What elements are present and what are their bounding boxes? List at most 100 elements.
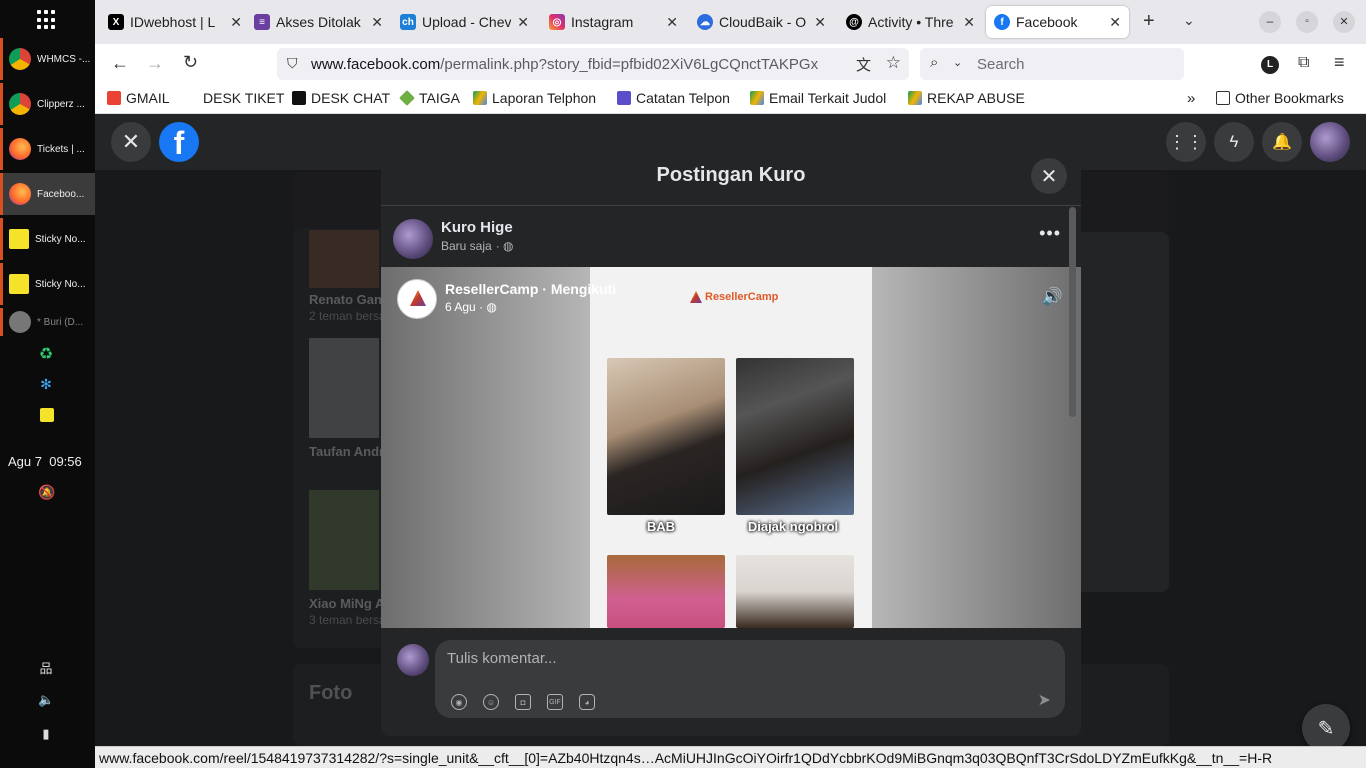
tab-threads[interactable]: @ Activity • Thre ✕ [838,6,983,38]
account-icon[interactable]: L [1261,56,1279,74]
dock-window-buri[interactable]: * Buri (D... [0,308,95,336]
bookmark-gmail[interactable]: GMAIL [107,90,170,106]
tab-idwebhost[interactable]: X IDwebhost | L ✕ [100,6,250,38]
bookmark-desk-tiket[interactable]: DESK TIKET [203,90,284,106]
post-time[interactable]: Baru saja [441,239,492,253]
other-bookmarks[interactable]: Other Bookmarks [1216,90,1344,106]
other-bookmarks-label: Other Bookmarks [1235,90,1344,106]
close-tab-icon[interactable]: ✕ [1109,14,1121,31]
url-path: /permalink.php?story_fbid=pfbid02XiV6LgC… [440,55,819,73]
url-host: www.facebook.com [311,55,441,73]
send-icon[interactable]: ➤ [1038,690,1051,710]
shared-reel[interactable]: ResellerCamp BAB Diajak ngobrol Reseller… [381,267,1081,628]
resellercamp-avatar-icon [410,290,426,306]
bookmark-catatan-telpon[interactable]: Catatan Telpon [617,90,730,106]
paw-icon[interactable]: ✻ [38,376,54,392]
battery-icon[interactable]: ▮ [38,726,54,742]
search-input[interactable]: ⌕ ⌄ Search [920,48,1184,80]
app-icon [9,311,31,333]
sticky-notes-icon[interactable] [40,408,54,422]
sticker-icon[interactable]: ◕ [579,694,595,710]
bookmark-laporan-telphon[interactable]: Laporan Telphon [473,90,596,106]
app-grid-icon[interactable] [37,10,57,30]
dock-window-sticky-1[interactable]: Sticky No... [0,218,95,260]
dock-window-sticky-2[interactable]: Sticky No... [0,263,95,305]
back-icon[interactable]: ← [111,53,129,74]
more-bookmarks-icon[interactable]: » [1187,90,1195,107]
camera-icon[interactable]: ◘ [515,694,531,710]
friend-mutual: 2 teman bersa [309,309,386,323]
dock-window-tickets[interactable]: Tickets | ... [0,128,95,170]
facebook-logo[interactable]: f [159,122,199,162]
close-viewer-button[interactable]: ✕ [111,122,151,162]
commenter-avatar[interactable] [397,644,429,676]
close-tab-icon[interactable]: ✕ [963,14,975,31]
bookmark-desk-chat[interactable]: DESK CHAT [292,90,390,106]
emoji-icon[interactable]: ☺ [483,694,499,710]
shared-date[interactable]: 6 Agu [445,300,476,314]
tab-instagram[interactable]: ◎ Instagram ✕ [541,6,686,38]
page-avatar[interactable] [397,279,437,319]
close-tab-icon[interactable]: ✕ [814,14,826,31]
new-tab-icon[interactable]: + [1143,10,1155,33]
comment-input[interactable]: Tulis komentar... ◉ ☺ ◘ GIF ◕ ➤ [435,640,1065,718]
bookmark-star-icon[interactable]: ☆ [885,53,901,73]
reel-video[interactable]: ResellerCamp BAB Diajak ngobrol [590,267,872,628]
tab-label: CloudBaik - O [719,14,807,30]
author-avatar[interactable] [393,219,433,259]
messenger-icon[interactable]: ϟ [1214,122,1254,162]
notifications-muted-icon[interactable]: 🔕 [38,484,55,500]
site-info-icon[interactable]: ⛉ [287,55,298,72]
tab-cloudbaik[interactable]: ☁ CloudBaik - O ✕ [689,6,834,38]
reload-icon[interactable]: ↻ [183,52,198,73]
menu-icon[interactable]: ≡ [1334,52,1345,73]
dock-window-label: Sticky No... [35,233,86,245]
bookmark-email-judol[interactable]: Email Terkait Judol [750,90,886,106]
tab-akses-ditolak[interactable]: ≡ Akses Ditolak ✕ [246,6,391,38]
minimize-icon[interactable]: – [1259,11,1281,33]
dock-window-clipperz[interactable]: Clipperz ... [0,83,95,125]
instagram-icon: ◎ [549,14,565,30]
gif-icon[interactable]: GIF [547,694,563,710]
volume-icon[interactable]: 🔊 [1042,287,1063,307]
volume-icon[interactable]: 🔈 [38,692,54,708]
shared-page-name[interactable]: ResellerCamp · Mengikuti [445,281,616,297]
post-options-icon[interactable]: ••• [1039,223,1061,244]
search-placeholder: Search [977,55,1025,73]
dock-window-facebook[interactable]: Faceboo... [0,173,95,215]
close-tab-icon[interactable]: ✕ [666,14,678,31]
tab-label: Instagram [571,14,634,30]
avatar-sticker-icon[interactable]: ◉ [451,694,467,710]
restore-icon[interactable]: ▫ [1296,11,1318,33]
tab-list-chevron-icon[interactable]: ⌄ [1183,12,1195,29]
dialog-scrollbar[interactable] [1069,207,1076,417]
close-tab-icon[interactable]: ✕ [371,14,383,31]
menu-grid-icon[interactable]: ⋮⋮ [1166,122,1206,162]
network-icon[interactable]: 品 [38,658,54,676]
new-message-button[interactable]: ✎ [1302,704,1350,752]
close-dialog-button[interactable]: ✕ [1031,158,1067,194]
reel-photo-4 [736,555,854,628]
tab-label: Upload - Chev [422,14,512,30]
logo-triangle-icon [690,291,702,303]
extensions-icon[interactable]: ⧉ [1298,54,1309,72]
tab-upload[interactable]: ch Upload - Chev ✕ [392,6,537,38]
chevron-down-icon[interactable]: ⌄ [953,56,962,69]
author-name[interactable]: Kuro Hige [441,219,513,236]
clock[interactable]: Agu 7 09:56 [8,454,82,469]
notifications-bell-icon[interactable]: 🔔 [1262,122,1302,162]
friend-name: Renato Gan [309,292,382,307]
translate-icon[interactable]: 文 [851,54,871,75]
bookmark-rekap-abuse[interactable]: REKAP ABUSE [908,90,1025,106]
url-bar[interactable]: ⛉ www.facebook.com/permalink.php?story_f… [277,48,909,80]
dock-window-whmcs[interactable]: WHMCS -... [0,38,95,80]
close-tab-icon[interactable]: ✕ [517,14,529,31]
close-tab-icon[interactable]: ✕ [230,14,242,31]
profile-avatar[interactable] [1310,122,1350,162]
bookmark-taiga[interactable]: TAIGA [399,90,460,106]
logo-text: ResellerCamp [705,291,779,303]
close-window-icon[interactable]: ✕ [1333,11,1355,33]
tab-facebook[interactable]: f Facebook ✕ [986,6,1129,38]
forward-icon[interactable]: → [146,53,164,74]
recycle-icon[interactable]: ♻ [38,344,54,363]
